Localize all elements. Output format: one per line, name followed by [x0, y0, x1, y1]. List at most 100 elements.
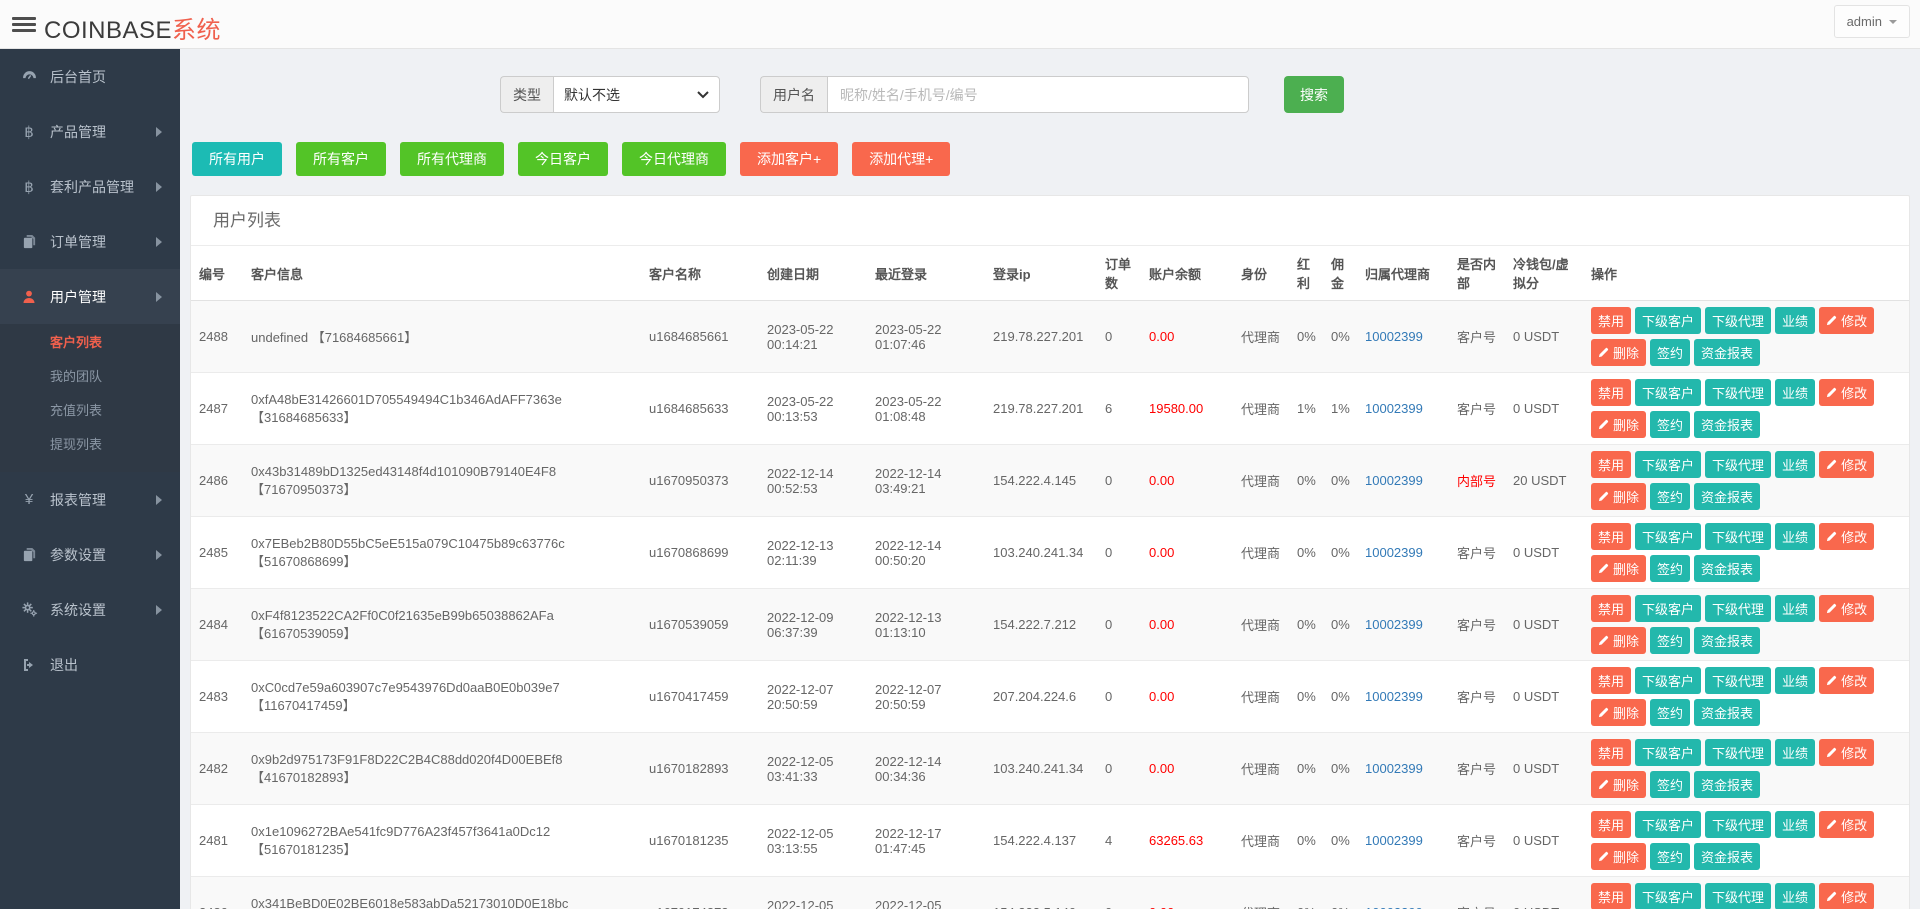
delete-button[interactable]: 删除 [1591, 771, 1646, 798]
sidebar-item-customer-list[interactable]: 客户列表 [0, 326, 180, 360]
delete-button[interactable]: 删除 [1591, 411, 1646, 438]
fund-report-button[interactable]: 资金报表 [1694, 771, 1760, 798]
performance-button[interactable]: 业绩 [1775, 451, 1815, 478]
disable-button[interactable]: 禁用 [1591, 739, 1631, 766]
sign-button[interactable]: 签约 [1650, 627, 1690, 654]
agent-link[interactable]: 10002399 [1365, 401, 1423, 416]
performance-button[interactable]: 业绩 [1775, 739, 1815, 766]
sign-button[interactable]: 签约 [1650, 339, 1690, 366]
sub-customers-button[interactable]: 下级客户 [1635, 523, 1701, 550]
delete-button[interactable]: 删除 [1591, 339, 1646, 366]
sub-customers-button[interactable]: 下级客户 [1635, 307, 1701, 334]
search-button[interactable]: 搜索 [1284, 76, 1344, 113]
performance-button[interactable]: 业绩 [1775, 811, 1815, 838]
agent-link[interactable]: 10002399 [1365, 329, 1423, 344]
agent-link[interactable]: 10002399 [1365, 545, 1423, 560]
sidebar-item-dashboard[interactable]: 后台首页 [0, 49, 180, 104]
edit-button[interactable]: 修改 [1819, 883, 1874, 909]
type-filter-select[interactable]: 默认不选 [553, 76, 720, 113]
fund-report-button[interactable]: 资金报表 [1694, 411, 1760, 438]
edit-button[interactable]: 修改 [1819, 811, 1874, 838]
sidebar-item-products[interactable]: ฿ 产品管理 [0, 104, 180, 159]
all-users-button[interactable]: 所有用户 [192, 142, 282, 176]
sub-agents-button[interactable]: 下级代理 [1705, 451, 1771, 478]
performance-button[interactable]: 业绩 [1775, 523, 1815, 550]
fund-report-button[interactable]: 资金报表 [1694, 699, 1760, 726]
agent-link[interactable]: 10002399 [1365, 833, 1423, 848]
sidebar-item-users[interactable]: 用户管理 [0, 269, 180, 324]
delete-button[interactable]: 删除 [1591, 555, 1646, 582]
add-agent-button[interactable]: 添加代理+ [852, 142, 950, 176]
sign-button[interactable]: 签约 [1650, 699, 1690, 726]
sub-customers-button[interactable]: 下级客户 [1635, 811, 1701, 838]
username-search-input[interactable] [827, 76, 1249, 113]
today-agents-button[interactable]: 今日代理商 [622, 142, 726, 176]
today-customers-button[interactable]: 今日客户 [518, 142, 608, 176]
sub-agents-button[interactable]: 下级代理 [1705, 379, 1771, 406]
disable-button[interactable]: 禁用 [1591, 451, 1631, 478]
delete-button[interactable]: 删除 [1591, 699, 1646, 726]
sub-agents-button[interactable]: 下级代理 [1705, 595, 1771, 622]
agent-link[interactable]: 10002399 [1365, 689, 1423, 704]
fund-report-button[interactable]: 资金报表 [1694, 483, 1760, 510]
performance-button[interactable]: 业绩 [1775, 667, 1815, 694]
sign-button[interactable]: 签约 [1650, 555, 1690, 582]
disable-button[interactable]: 禁用 [1591, 523, 1631, 550]
agent-link[interactable]: 10002399 [1365, 617, 1423, 632]
sub-agents-button[interactable]: 下级代理 [1705, 667, 1771, 694]
sub-agents-button[interactable]: 下级代理 [1705, 883, 1771, 909]
sidebar-item-reports[interactable]: ¥ 报表管理 [0, 472, 180, 527]
agent-link[interactable]: 10002399 [1365, 761, 1423, 776]
add-customer-button[interactable]: 添加客户+ [740, 142, 838, 176]
sub-customers-button[interactable]: 下级客户 [1635, 379, 1701, 406]
fund-report-button[interactable]: 资金报表 [1694, 555, 1760, 582]
disable-button[interactable]: 禁用 [1591, 379, 1631, 406]
agent-link[interactable]: 10002399 [1365, 473, 1423, 488]
performance-button[interactable]: 业绩 [1775, 307, 1815, 334]
edit-button[interactable]: 修改 [1819, 739, 1874, 766]
all-agents-button[interactable]: 所有代理商 [400, 142, 504, 176]
delete-button[interactable]: 删除 [1591, 627, 1646, 654]
sidebar-item-system-settings[interactable]: 系统设置 [0, 582, 180, 637]
disable-button[interactable]: 禁用 [1591, 667, 1631, 694]
sub-customers-button[interactable]: 下级客户 [1635, 883, 1701, 909]
fund-report-button[interactable]: 资金报表 [1694, 627, 1760, 654]
performance-button[interactable]: 业绩 [1775, 883, 1815, 909]
sign-button[interactable]: 签约 [1650, 483, 1690, 510]
disable-button[interactable]: 禁用 [1591, 883, 1631, 909]
all-customers-button[interactable]: 所有客户 [296, 142, 386, 176]
sidebar-item-parameters[interactable]: 参数设置 [0, 527, 180, 582]
delete-button[interactable]: 删除 [1591, 843, 1646, 870]
sub-agents-button[interactable]: 下级代理 [1705, 739, 1771, 766]
sub-customers-button[interactable]: 下级客户 [1635, 451, 1701, 478]
sidebar-item-my-team[interactable]: 我的团队 [0, 360, 180, 394]
sign-button[interactable]: 签约 [1650, 843, 1690, 870]
sidebar-item-recharge-list[interactable]: 充值列表 [0, 394, 180, 428]
sign-button[interactable]: 签约 [1650, 411, 1690, 438]
sub-agents-button[interactable]: 下级代理 [1705, 811, 1771, 838]
sidebar-item-arbitrage-products[interactable]: ฿ 套利产品管理 [0, 159, 180, 214]
agent-link[interactable]: 10002399 [1365, 905, 1423, 909]
sidebar-item-orders[interactable]: 订单管理 [0, 214, 180, 269]
edit-button[interactable]: 修改 [1819, 595, 1874, 622]
delete-button[interactable]: 删除 [1591, 483, 1646, 510]
disable-button[interactable]: 禁用 [1591, 307, 1631, 334]
edit-button[interactable]: 修改 [1819, 307, 1874, 334]
performance-button[interactable]: 业绩 [1775, 595, 1815, 622]
sub-agents-button[interactable]: 下级代理 [1705, 307, 1771, 334]
hamburger-menu-icon[interactable] [12, 14, 36, 34]
edit-button[interactable]: 修改 [1819, 451, 1874, 478]
sub-agents-button[interactable]: 下级代理 [1705, 523, 1771, 550]
fund-report-button[interactable]: 资金报表 [1694, 339, 1760, 366]
sub-customers-button[interactable]: 下级客户 [1635, 595, 1701, 622]
sub-customers-button[interactable]: 下级客户 [1635, 667, 1701, 694]
performance-button[interactable]: 业绩 [1775, 379, 1815, 406]
fund-report-button[interactable]: 资金报表 [1694, 843, 1760, 870]
edit-button[interactable]: 修改 [1819, 523, 1874, 550]
sidebar-item-logout[interactable]: 退出 [0, 637, 180, 692]
disable-button[interactable]: 禁用 [1591, 595, 1631, 622]
sign-button[interactable]: 签约 [1650, 771, 1690, 798]
sidebar-item-withdraw-list[interactable]: 提现列表 [0, 428, 180, 462]
user-menu-dropdown[interactable]: admin [1834, 5, 1910, 38]
sub-customers-button[interactable]: 下级客户 [1635, 739, 1701, 766]
